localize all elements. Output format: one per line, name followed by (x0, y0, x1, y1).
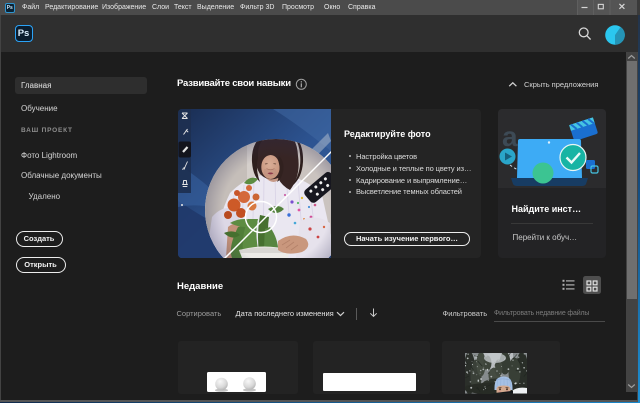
svg-text:a: a (502, 121, 518, 152)
